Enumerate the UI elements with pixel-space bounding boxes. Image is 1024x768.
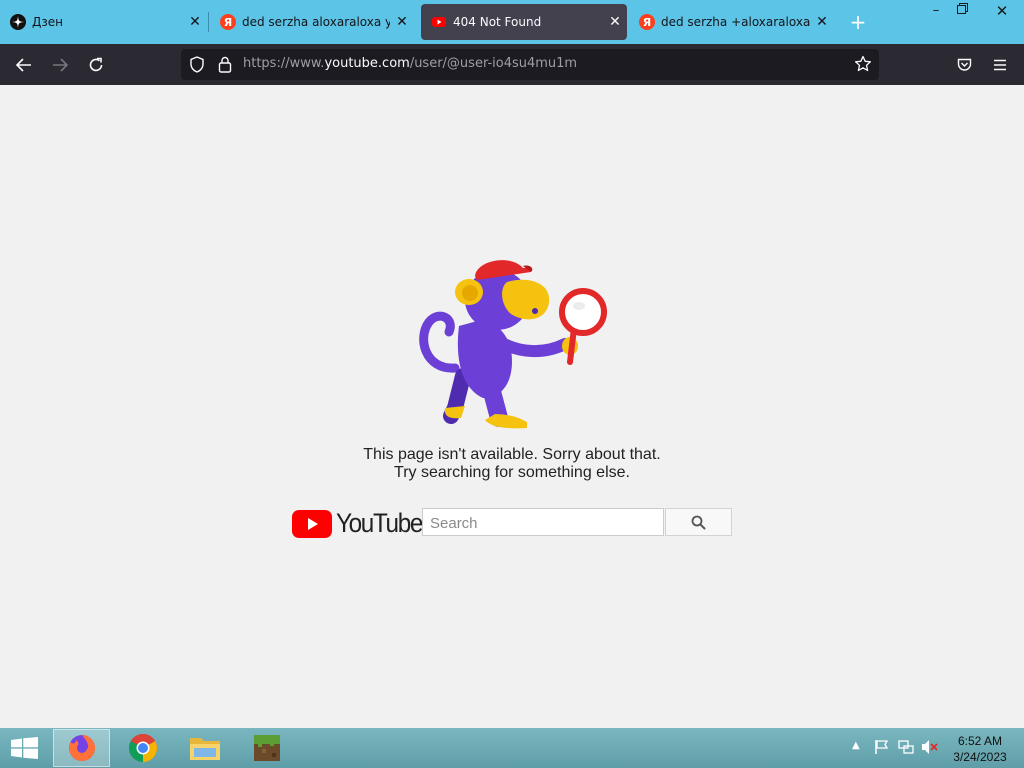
new-tab-button[interactable]: +	[846, 10, 870, 34]
clock-time: 6:52 AM	[957, 734, 1003, 748]
pocket-button[interactable]	[951, 52, 977, 78]
youtube-play-icon	[292, 509, 332, 538]
lock-icon[interactable]	[218, 56, 232, 77]
back-button[interactable]	[11, 52, 37, 78]
monkey-illustration	[419, 260, 607, 429]
tab-strip: Дзен ✕ Я ded serzha aloxaraloxa youtube …	[0, 0, 1024, 44]
search-input[interactable]	[428, 510, 662, 536]
tab-title: ded serzha +aloxaraloxa youtube	[661, 15, 810, 29]
bookmark-star-icon[interactable]	[854, 55, 872, 77]
youtube-icon	[431, 14, 447, 30]
navigation-toolbar: https://www.youtube.com/user/@user-io4su…	[0, 44, 1024, 85]
page-content: This page isn't available. Sorry about t…	[0, 85, 1024, 728]
app-menu-button[interactable]	[987, 52, 1013, 78]
url-prefix: https://www.	[243, 56, 325, 71]
tab-dzen[interactable]: Дзен ✕	[0, 4, 207, 40]
tracking-protection-shield-icon[interactable]	[189, 56, 205, 77]
taskbar-chrome[interactable]	[114, 729, 171, 767]
action-center-flag-icon[interactable]	[874, 739, 890, 758]
url-text[interactable]: https://www.youtube.com/user/@user-io4su…	[243, 56, 577, 71]
start-button[interactable]	[11, 737, 38, 763]
dzen-icon	[10, 14, 26, 30]
yandex-icon: Я	[639, 14, 655, 30]
system-clock[interactable]: 6:52 AM 3/24/2023	[944, 733, 1016, 765]
search-box[interactable]	[422, 508, 664, 536]
network-icon[interactable]	[898, 739, 914, 758]
tab-title: Дзен	[32, 15, 63, 29]
firefox-icon	[68, 734, 95, 761]
close-tab-icon[interactable]: ✕	[810, 14, 834, 30]
minecraft-icon	[253, 735, 280, 761]
tab-title: 404 Not Found	[453, 15, 542, 29]
error-message-line2: Try searching for something else.	[394, 464, 630, 481]
close-tab-icon[interactable]: ✕	[183, 14, 207, 30]
close-tab-icon[interactable]: ✕	[603, 14, 627, 30]
search-button[interactable]	[665, 508, 732, 536]
close-window-button[interactable]: ✕	[984, 0, 1020, 22]
youtube-wordmark: YouTube	[336, 508, 423, 538]
taskbar-file-explorer[interactable]	[176, 729, 233, 767]
taskbar-firefox[interactable]	[53, 729, 110, 767]
yandex-icon: Я	[220, 14, 236, 30]
close-tab-icon[interactable]: ✕	[390, 14, 414, 30]
clock-date: 3/24/2023	[953, 750, 1007, 764]
show-hidden-icons-button[interactable]: ▲	[852, 740, 860, 751]
folder-icon	[189, 738, 220, 760]
tab-yandex-search-2[interactable]: Я ded serzha +aloxaraloxa youtube ✕	[629, 4, 834, 40]
windows-logo-icon	[11, 737, 38, 759]
tab-404-not-found[interactable]: 404 Not Found ✕	[421, 4, 627, 40]
minimize-button[interactable]: –	[922, 0, 950, 22]
volume-muted-icon[interactable]	[921, 739, 939, 758]
restore-button[interactable]	[948, 0, 976, 22]
url-path: /user/@user-io4su4mu1m	[409, 56, 578, 71]
youtube-logo[interactable]: YouTube	[292, 508, 432, 539]
tab-title: ded serzha aloxaraloxa youtube	[242, 15, 390, 29]
forward-button[interactable]	[47, 52, 73, 78]
error-message: This page isn't available. Sorry about t…	[0, 446, 1024, 482]
windows-taskbar: ▲ 6:52 AM 3/24/2023	[0, 728, 1024, 768]
search-icon	[691, 515, 706, 529]
tab-separator	[208, 12, 209, 32]
taskbar-minecraft[interactable]	[238, 729, 295, 767]
error-message-line1: This page isn't available. Sorry about t…	[363, 446, 661, 463]
url-domain: youtube.com	[324, 56, 410, 71]
tab-yandex-search-1[interactable]: Я ded serzha aloxaraloxa youtube ✕	[210, 4, 414, 40]
reload-button[interactable]	[83, 52, 109, 78]
address-bar[interactable]: https://www.youtube.com/user/@user-io4su…	[181, 49, 879, 80]
chrome-icon	[128, 734, 157, 762]
